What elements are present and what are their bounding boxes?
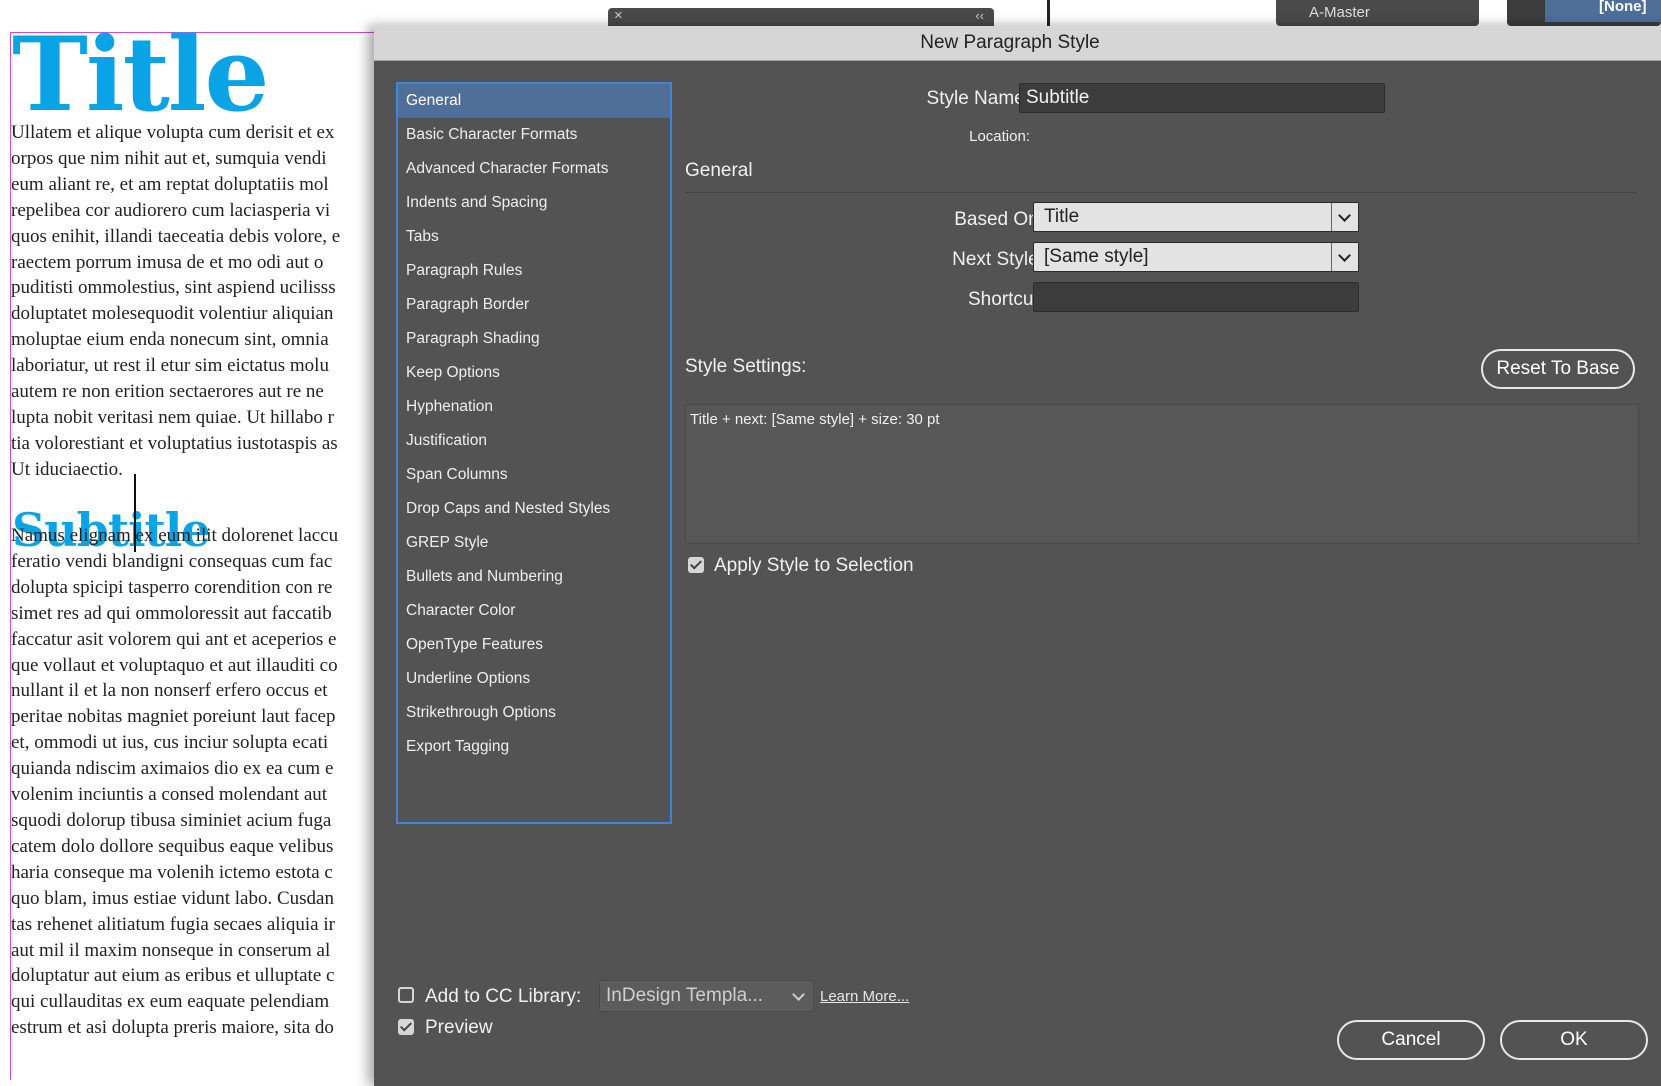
based-on-value: Title	[1044, 206, 1080, 227]
document-title-text[interactable]: Title	[12, 20, 269, 130]
category-item-underline-options[interactable]: Underline Options	[398, 662, 670, 696]
panel-divider	[1047, 0, 1050, 26]
category-item-strikethrough-options[interactable]: Strikethrough Options	[398, 696, 670, 730]
preview-checkbox[interactable]	[398, 1019, 414, 1035]
category-item-general[interactable]: General	[398, 84, 670, 118]
chevron-down-icon	[792, 988, 805, 1001]
document-body-paragraph-2[interactable]: Namus elignam ex eum ilit dolorenet lacc…	[11, 523, 371, 1043]
master-label[interactable]: A-Master	[1309, 4, 1370, 21]
category-item-paragraph-rules[interactable]: Paragraph Rules	[398, 254, 670, 288]
category-item-indents-and-spacing[interactable]: Indents and Spacing	[398, 186, 670, 220]
preview-label[interactable]: Preview	[425, 1017, 493, 1039]
check-icon	[689, 557, 703, 570]
apply-style-checkbox[interactable]	[688, 557, 704, 573]
next-style-label: Next Style:	[952, 249, 1044, 270]
style-name-input[interactable]: Subtitle	[1019, 83, 1385, 113]
location-label: Location:	[969, 128, 1030, 145]
pages-panel-none[interactable]: [None]	[1507, 0, 1661, 26]
ok-button[interactable]: OK	[1500, 1020, 1648, 1060]
category-item-justification[interactable]: Justification	[398, 424, 670, 458]
next-style-dropdown[interactable]: [Same style]	[1033, 242, 1359, 272]
style-settings-label: Style Settings:	[685, 356, 807, 377]
cc-library-label[interactable]: Add to CC Library:	[425, 986, 581, 1008]
collapse-icon[interactable]: ‹‹	[975, 8, 984, 23]
category-item-export-tagging[interactable]: Export Tagging	[398, 730, 670, 764]
shortcut-input[interactable]	[1033, 282, 1359, 312]
check-icon	[399, 1019, 413, 1032]
next-style-arrow[interactable]	[1331, 243, 1358, 271]
category-item-drop-caps-and-nested-styles[interactable]: Drop Caps and Nested Styles	[398, 492, 670, 526]
category-item-paragraph-border[interactable]: Paragraph Border	[398, 288, 670, 322]
none-label[interactable]: [None]	[1599, 0, 1647, 15]
category-item-advanced-character-formats[interactable]: Advanced Character Formats	[398, 152, 670, 186]
learn-more-link[interactable]: Learn More...	[820, 988, 909, 1005]
reset-to-base-button[interactable]: Reset To Base	[1481, 349, 1635, 389]
based-on-label: Based On:	[954, 209, 1044, 230]
category-item-basic-character-formats[interactable]: Basic Character Formats	[398, 118, 670, 152]
dialog-title: New Paragraph Style	[920, 32, 1100, 53]
based-on-dropdown[interactable]: Title	[1033, 202, 1359, 232]
cc-library-value: InDesign Templa...	[606, 985, 764, 1006]
style-name-label: Style Name:	[926, 88, 1030, 109]
category-item-hyphenation[interactable]: Hyphenation	[398, 390, 670, 424]
category-item-span-columns[interactable]: Span Columns	[398, 458, 670, 492]
category-list[interactable]: General Basic Character Formats Advanced C…	[396, 82, 672, 824]
floating-panel-header[interactable]: × ‹‹	[608, 7, 994, 26]
cancel-button[interactable]: Cancel	[1337, 1020, 1485, 1060]
pages-panel-master[interactable]: A-Master	[1276, 0, 1479, 26]
section-divider	[685, 192, 1637, 193]
close-icon[interactable]: ×	[614, 7, 623, 24]
category-item-tabs[interactable]: Tabs	[398, 220, 670, 254]
general-section-heading: General	[685, 160, 753, 181]
dialog-titlebar[interactable]: New Paragraph Style	[374, 26, 1661, 61]
category-item-grep-style[interactable]: GREP Style	[398, 526, 670, 560]
cc-library-checkbox[interactable]	[398, 987, 414, 1003]
style-settings-box: Title + next: [Same style] + size: 30 pt	[685, 404, 1639, 544]
style-settings-text: Title + next: [Same style] + size: 30 pt	[690, 411, 940, 428]
category-item-paragraph-shading[interactable]: Paragraph Shading	[398, 322, 670, 356]
based-on-arrow[interactable]	[1331, 203, 1358, 231]
document-body-paragraph-1[interactable]: Ullatem et alique volupta cum derisit et…	[11, 120, 371, 482]
category-item-opentype-features[interactable]: OpenType Features	[398, 628, 670, 662]
new-paragraph-style-dialog: New Paragraph Style General Basic Charact…	[374, 26, 1661, 1086]
apply-style-label[interactable]: Apply Style to Selection	[714, 555, 914, 577]
shortcut-label: Shortcut:	[967, 289, 1044, 310]
category-item-keep-options[interactable]: Keep Options	[398, 356, 670, 390]
chevron-down-icon	[1338, 209, 1351, 222]
cc-library-dropdown[interactable]: InDesign Templa...	[599, 980, 814, 1012]
category-item-bullets-and-numbering[interactable]: Bullets and Numbering	[398, 560, 670, 594]
chevron-down-icon	[1338, 249, 1351, 262]
next-style-value: [Same style]	[1044, 246, 1149, 267]
category-item-character-color[interactable]: Character Color	[398, 594, 670, 628]
